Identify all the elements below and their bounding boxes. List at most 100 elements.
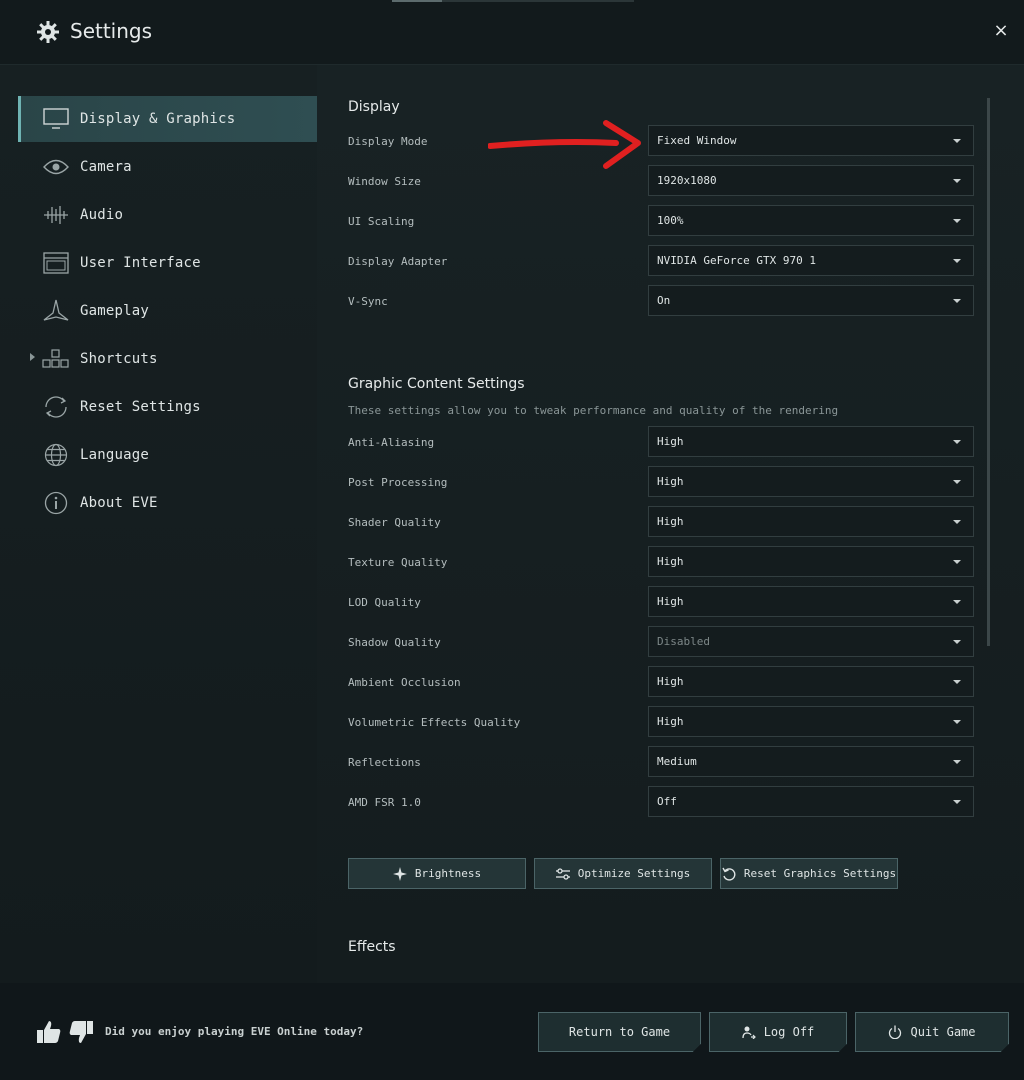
setting-label: Display Adapter [348,255,448,268]
sidebar-item-user-interface[interactable]: User Interface [18,240,317,286]
sidebar-item-display-graphics[interactable]: Display & Graphics [18,96,320,142]
post-processing-dropdown[interactable]: High [648,466,974,497]
sidebar-item-language[interactable]: Language [18,432,317,478]
quit-game-button[interactable]: Quit Game [855,1012,1009,1052]
audio-wave-icon [42,201,70,229]
section-title-display: Display [348,99,400,115]
setting-label: LOD Quality [348,596,421,609]
reflections-dropdown[interactable]: Medium [648,746,974,777]
chevron-down-icon [953,600,961,604]
chevron-down-icon [953,480,961,484]
thumbs-down-icon[interactable] [68,1019,94,1045]
setting-label: Display Mode [348,135,428,148]
sidebar-item-reset-settings[interactable]: Reset Settings [18,384,317,430]
chevron-down-icon [953,259,961,263]
dropdown-value: High [657,475,684,488]
optimize-settings-button[interactable]: Optimize Settings [534,858,712,889]
setting-label: Post Processing [348,476,448,489]
texture-quality-dropdown[interactable]: High [648,546,974,577]
shortcuts-icon [42,345,70,373]
sidebar-item-label: Camera [80,159,132,175]
sparkle-icon [392,866,407,881]
optimize-settings-label: Optimize Settings [577,867,691,880]
sliders-icon [555,867,570,880]
sidebar-item-label: User Interface [80,255,201,271]
setting-label: Ambient Occlusion [348,676,461,689]
chevron-down-icon [953,640,961,644]
anti-aliasing-dropdown[interactable]: High [648,426,974,457]
chevron-down-icon [953,299,961,303]
thumbs-up-icon[interactable] [36,1019,62,1045]
sidebar-item-audio[interactable]: Audio [18,192,317,238]
sidebar-item-about-eve[interactable]: About EVE [18,480,317,526]
footer-bar: Did you enjoy playing EVE Online today? … [0,983,1024,1080]
undo-icon [722,867,736,881]
setting-label: V-Sync [348,295,388,308]
display-mode-dropdown[interactable]: Fixed Window [648,125,974,156]
settings-content-panel[interactable]: Display Display Mode Fixed Window Window… [317,65,1024,983]
gear-icon [36,20,60,44]
dropdown-value: 1920x1080 [657,174,717,187]
chevron-down-icon [953,520,961,524]
chevron-down-icon [953,760,961,764]
feedback-question: Did you enjoy playing EVE Online today? [105,1025,364,1038]
sidebar-item-gameplay[interactable]: Gameplay [18,288,317,334]
chevron-down-icon [953,560,961,564]
shader-quality-dropdown[interactable]: High [648,506,974,537]
ship-icon [42,297,70,325]
sidebar-item-label: Language [80,447,150,463]
section-title-graphic-content: Graphic Content Settings [348,376,525,392]
return-to-game-button[interactable]: Return to Game [538,1012,701,1052]
close-button[interactable]: × [990,20,1012,42]
shadow-quality-dropdown[interactable]: Disabled [648,626,974,657]
dropdown-value: NVIDIA GeForce GTX 970 1 [657,254,816,267]
setting-label: Shader Quality [348,516,441,529]
window-icon [42,249,70,277]
amd-fsr-dropdown[interactable]: Off [648,786,974,817]
reset-graphics-label: Reset Graphics Settings [743,867,897,880]
quit-game-label: Quit Game [910,1025,976,1039]
sidebar-item-label: Display & Graphics [80,111,236,127]
sidebar-item-label: Reset Settings [80,399,201,415]
info-icon [42,489,70,517]
dropdown-value: 100% [657,214,684,227]
log-off-button[interactable]: Log Off [709,1012,847,1052]
window-size-dropdown[interactable]: 1920x1080 [648,165,974,196]
expand-arrow-icon[interactable] [30,353,35,361]
power-icon [889,1025,902,1039]
reset-graphics-settings-button[interactable]: Reset Graphics Settings [720,858,898,889]
return-to-game-label: Return to Game [568,1025,671,1039]
scrollbar[interactable] [987,98,990,646]
lod-quality-dropdown[interactable]: High [648,586,974,617]
top-tab-indicator [392,0,634,2]
chevron-down-icon [953,720,961,724]
monitor-icon [42,105,70,133]
volumetric-effects-dropdown[interactable]: High [648,706,974,737]
section-title-effects: Effects [348,939,396,955]
display-adapter-dropdown[interactable]: NVIDIA GeForce GTX 970 1 [648,245,974,276]
sidebar-item-camera[interactable]: Camera [18,144,317,190]
sidebar-item-label: About EVE [80,495,158,511]
dropdown-value: High [657,515,684,528]
setting-label: Volumetric Effects Quality [348,716,521,729]
eye-icon [42,153,70,181]
setting-label: Shadow Quality [348,636,441,649]
chevron-down-icon [953,680,961,684]
log-off-icon [742,1026,756,1039]
dropdown-value: High [657,715,684,728]
setting-label: Texture Quality [348,556,448,569]
dropdown-value: On [657,294,671,307]
brightness-button[interactable]: Brightness [348,858,526,889]
sidebar-item-shortcuts[interactable]: Shortcuts [18,336,317,382]
reset-icon [42,393,70,421]
v-sync-dropdown[interactable]: On [648,285,974,316]
dropdown-value: High [657,595,684,608]
setting-label: Window Size [348,175,421,188]
dropdown-value: High [657,435,684,448]
ambient-occlusion-dropdown[interactable]: High [648,666,974,697]
window-title: Settings [70,19,153,43]
section-subtitle: These settings allow you to tweak perfor… [348,404,839,417]
setting-label: Anti-Aliasing [348,436,435,449]
ui-scaling-dropdown[interactable]: 100% [648,205,974,236]
setting-label: AMD FSR 1.0 [348,796,421,809]
